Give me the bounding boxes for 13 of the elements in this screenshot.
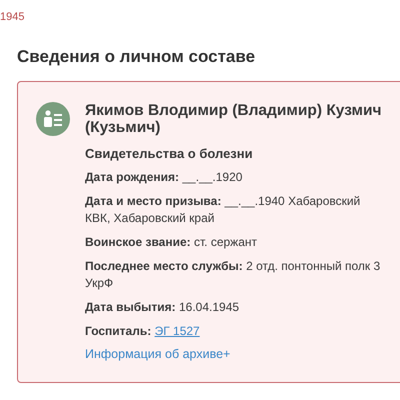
person-name: Якимов Влодимир (Владимир) Кузмич (Кузьмич) [85, 102, 383, 136]
date-fragment: 1945 [0, 10, 26, 25]
archive-info-link[interactable]: Информация об архиве+ [85, 345, 230, 364]
field-line: Госпиталь: ЭГ 1527 [85, 323, 201, 340]
field-line: Дата выбытия: 16.04.1945 [85, 299, 240, 316]
field-line: Дата рождения: __.__.1920 [85, 169, 244, 186]
document-type: Свидетельства о болезни [85, 146, 254, 162]
field-line: Дата и место призыва: __.__.1940 Хабаровский КВК, Хабаровский край [85, 193, 362, 227]
hospital-link[interactable]: ЭГ 1527 [154, 324, 200, 338]
field-line: Последнее место службы: 2 отд. понтонный полк 3 УкрФ [85, 258, 382, 292]
field-line: Воинское звание: ст. сержант [85, 234, 258, 251]
section-heading: Сведения о личном составе [17, 47, 256, 67]
person-list-icon [36, 102, 70, 136]
